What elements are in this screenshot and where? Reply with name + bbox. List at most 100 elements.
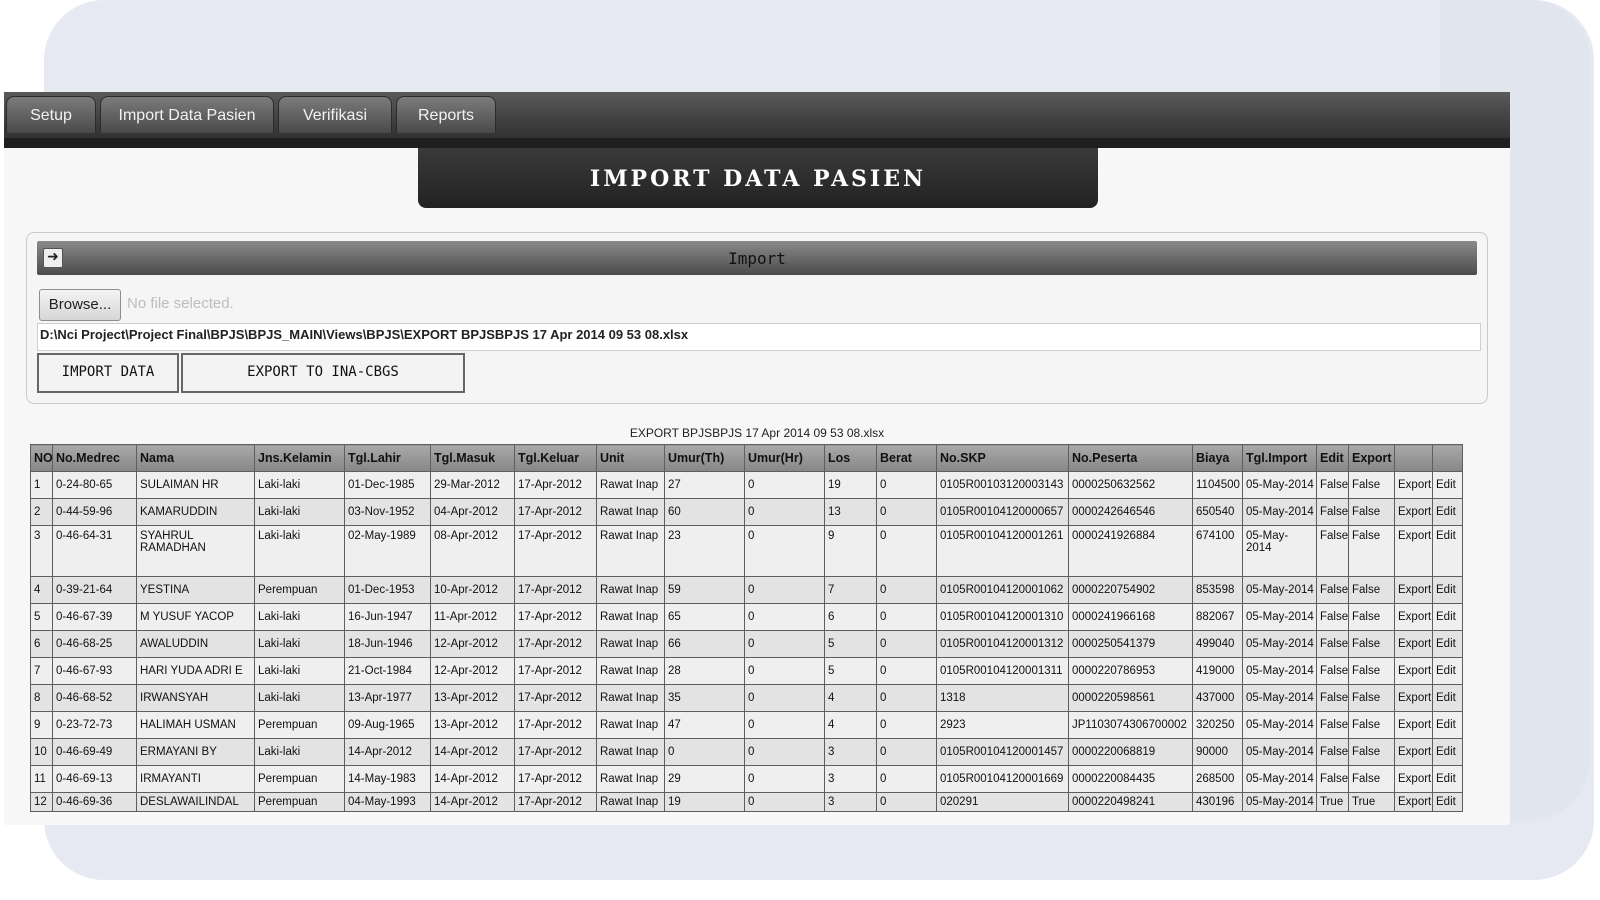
table-cell: False	[1348, 684, 1395, 712]
table-cell: Perempuan	[254, 765, 345, 793]
table-cell: 499040	[1192, 630, 1243, 658]
table-cell: 17-Apr-2012	[514, 765, 597, 793]
table-cell: 5	[30, 603, 53, 631]
table-cell: 03-Nov-1952	[344, 498, 431, 526]
export-link[interactable]: Export	[1394, 576, 1433, 604]
table-row: 1 0-24-80-65 SULAIMAN HR Laki-laki 01-Dec-19…	[30, 471, 1463, 499]
file-path-field[interactable]: D:\Nci Project\Project Final\BPJS\BPJS_M…	[37, 323, 1481, 351]
table-cell: 29-Mar-2012	[430, 471, 515, 499]
import-panel-header[interactable]: ➜ Import	[37, 241, 1477, 275]
table-cell: 0000220754902	[1068, 576, 1193, 604]
export-link[interactable]: Export	[1394, 765, 1433, 793]
table-cell: 10-Apr-2012	[430, 576, 515, 604]
col-header: Tgl.Masuk	[430, 444, 515, 472]
table-cell: Rawat Inap	[596, 684, 665, 712]
edit-link[interactable]: Edit	[1432, 792, 1463, 812]
table-cell: Laki-laki	[254, 525, 345, 577]
table-cell: 0-46-64-31	[52, 525, 137, 577]
table-cell: 0	[744, 471, 825, 499]
table-cell: 0000220068819	[1068, 738, 1193, 766]
table-cell: 0000250541379	[1068, 630, 1193, 658]
edit-link[interactable]: Edit	[1432, 765, 1463, 793]
col-header: NO	[30, 444, 53, 472]
export-link[interactable]: Export	[1394, 471, 1433, 499]
export-link[interactable]: Export	[1394, 657, 1433, 685]
table-cell: 13-Apr-2012	[430, 711, 515, 739]
table-cell: False	[1348, 525, 1395, 577]
tab-import-data-pasien[interactable]: Import Data Pasien	[100, 96, 274, 133]
tab-verifikasi[interactable]: Verifikasi	[278, 96, 392, 133]
table-cell: Rawat Inap	[596, 525, 665, 577]
col-header: Los	[824, 444, 877, 472]
edit-link[interactable]: Edit	[1432, 684, 1463, 712]
import-data-button[interactable]: IMPORT DATA	[37, 353, 179, 393]
table-cell: 0-46-67-93	[52, 657, 137, 685]
tab-setup[interactable]: Setup	[6, 96, 96, 133]
table-cell: 6	[824, 603, 877, 631]
table-cell: 14-Apr-2012	[430, 792, 515, 812]
table-cell: 23	[664, 525, 745, 577]
edit-link[interactable]: Edit	[1432, 576, 1463, 604]
export-link[interactable]: Export	[1394, 630, 1433, 658]
table-cell: Laki-laki	[254, 498, 345, 526]
edit-link[interactable]: Edit	[1432, 603, 1463, 631]
table-cell: Rawat Inap	[596, 603, 665, 631]
table-cell: 21-Oct-1984	[344, 657, 431, 685]
table-cell: 0	[876, 657, 937, 685]
export-link[interactable]: Export	[1394, 603, 1433, 631]
edit-link[interactable]: Edit	[1432, 711, 1463, 739]
table-cell: SYAHRUL RAMADHAN	[136, 525, 255, 577]
table-cell: 0	[876, 711, 937, 739]
table-cell: 17-Apr-2012	[514, 498, 597, 526]
menu-bar-strip	[4, 138, 1510, 148]
table-cell: False	[1348, 471, 1395, 499]
export-link[interactable]: Export	[1394, 711, 1433, 739]
table-cell: 66	[664, 630, 745, 658]
table-cell: False	[1316, 765, 1349, 793]
export-link[interactable]: Export	[1394, 498, 1433, 526]
collapse-arrow-icon[interactable]: ➜	[43, 248, 63, 268]
col-header: Umur(Hr)	[744, 444, 825, 472]
browse-button[interactable]: Browse...	[39, 289, 121, 321]
export-link[interactable]: Export	[1394, 792, 1433, 812]
tab-reports[interactable]: Reports	[396, 96, 496, 133]
table-cell: 1104500	[1192, 471, 1243, 499]
col-header: Tgl.Lahir	[344, 444, 431, 472]
col-header: Jns.Kelamin	[254, 444, 345, 472]
table-cell: 0-46-69-36	[52, 792, 137, 812]
patient-table: NO No.Medrec Nama Jns.Kelamin Tgl.Lahir …	[30, 444, 1463, 812]
export-link[interactable]: Export	[1394, 738, 1433, 766]
table-row: 2 0-44-59-96 KAMARUDDIN Laki-laki 03-Nov-195…	[30, 498, 1463, 526]
table-cell: 0-39-21-64	[52, 576, 137, 604]
table-cell: 05-May-2014	[1242, 525, 1317, 577]
edit-link[interactable]: Edit	[1432, 657, 1463, 685]
table-cell: 17-Apr-2012	[514, 525, 597, 577]
edit-link[interactable]: Edit	[1432, 525, 1463, 577]
table-cell: 0-46-68-52	[52, 684, 137, 712]
export-link[interactable]: Export	[1394, 684, 1433, 712]
table-cell: 0105R00104120000657	[936, 498, 1069, 526]
table-cell: 17-Apr-2012	[514, 603, 597, 631]
table-cell: False	[1348, 765, 1395, 793]
edit-link[interactable]: Edit	[1432, 738, 1463, 766]
page-title: IMPORT DATA PASIEN	[418, 148, 1098, 208]
edit-link[interactable]: Edit	[1432, 630, 1463, 658]
table-cell: 0000242646546	[1068, 498, 1193, 526]
table-cell: 3	[30, 525, 53, 577]
table-cell: 05-May-2014	[1242, 603, 1317, 631]
col-header: No.Peserta	[1068, 444, 1193, 472]
table-cell: 0105R00104120001311	[936, 657, 1069, 685]
table-cell: 0	[876, 576, 937, 604]
table-cell: Rawat Inap	[596, 471, 665, 499]
export-to-ina-cbgs-button[interactable]: EXPORT TO INA-CBGS	[181, 353, 465, 393]
table-cell: 08-Apr-2012	[430, 525, 515, 577]
table-cell: Perempuan	[254, 711, 345, 739]
table-cell: 020291	[936, 792, 1069, 812]
edit-link[interactable]: Edit	[1432, 471, 1463, 499]
export-link[interactable]: Export	[1394, 525, 1433, 577]
table-cell: False	[1316, 525, 1349, 577]
table-row: 6 0-46-68-25 AWALUDDIN Laki-laki 18-Jun-1946…	[30, 630, 1463, 658]
table-cell: 14-Apr-2012	[430, 765, 515, 793]
edit-link[interactable]: Edit	[1432, 498, 1463, 526]
table-cell: 0-46-69-13	[52, 765, 137, 793]
